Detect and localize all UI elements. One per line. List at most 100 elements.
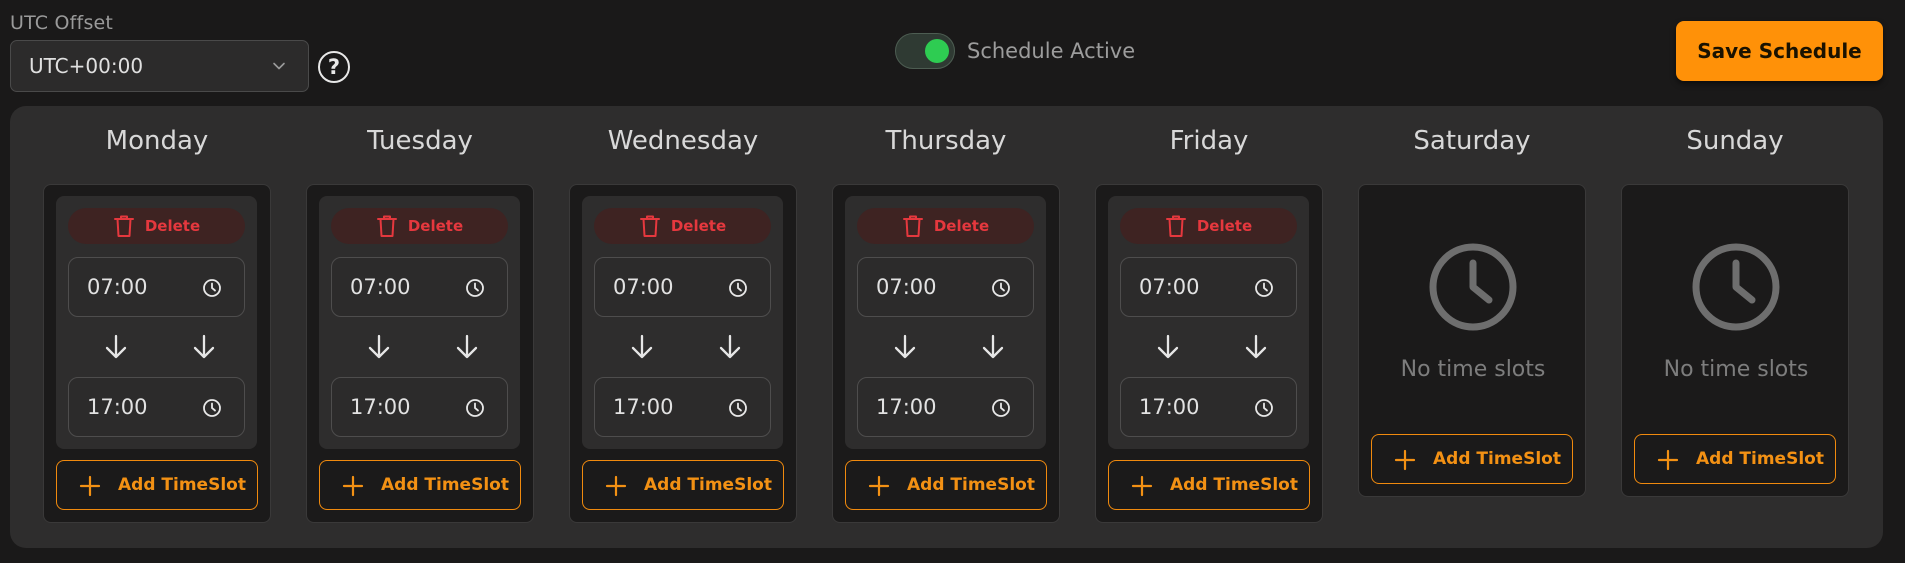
no-time-slots-text: No time slots	[1400, 357, 1546, 382]
clock-icon	[466, 279, 484, 297]
time-range-arrows	[1108, 327, 1309, 367]
arrow-down-icon	[1245, 334, 1267, 359]
arrow-down-icon	[456, 334, 478, 359]
delete-slot-button[interactable]: Delete	[594, 208, 771, 244]
clock-icon	[203, 399, 221, 417]
time-range-arrows	[845, 327, 1046, 367]
add-time-slot-button[interactable]: Add Time Slot	[1371, 434, 1573, 484]
time-slot: Delete 07:00 17:00	[1108, 196, 1309, 449]
delete-label: Delete	[144, 217, 201, 235]
start-time-input[interactable]: 07:00	[594, 257, 771, 317]
time-slot: Delete 07:00 17:00	[319, 196, 520, 449]
add-time-slot-label: Add Time Slot	[117, 461, 247, 509]
end-time-input[interactable]: 17:00	[331, 377, 508, 437]
day-title: Sunday	[1686, 126, 1784, 156]
end-time-value: 17:00	[1139, 395, 1200, 419]
clock-icon	[729, 399, 747, 417]
add-time-slot-label: Add Time Slot	[906, 461, 1036, 509]
add-time-slot-button[interactable]: Add Time Slot	[1108, 460, 1310, 510]
end-time-input[interactable]: 17:00	[594, 377, 771, 437]
delete-slot-button[interactable]: Delete	[331, 208, 508, 244]
day-card: Delete 07:00 17:00 Add Time Slot	[306, 184, 534, 523]
plus-icon	[1394, 449, 1416, 471]
trash-icon	[902, 215, 923, 237]
schedule-active-toggle-group: Schedule Active	[895, 33, 1135, 69]
save-schedule-button[interactable]: Save Schedule	[1676, 21, 1883, 81]
delete-slot-button[interactable]: Delete	[68, 208, 245, 244]
delete-label: Delete	[933, 217, 990, 235]
add-time-slot-label-line1: Add Time	[118, 475, 209, 495]
add-time-slot-label-line2: Slot	[471, 475, 509, 495]
end-time-value: 17:00	[876, 395, 937, 419]
add-time-slot-button[interactable]: Add Time Slot	[1634, 434, 1836, 484]
utc-offset-select[interactable]: UTC+00:00	[10, 40, 309, 92]
add-time-slot-label-line2: Slot	[1260, 475, 1298, 495]
delete-slot-button[interactable]: Delete	[1120, 208, 1297, 244]
arrow-down-icon	[105, 334, 127, 359]
add-time-slot-button[interactable]: Add Time Slot	[319, 460, 521, 510]
add-time-slot-label: Add Time Slot	[643, 461, 773, 509]
day-card: Delete 07:00 17:00 Add Time Slot	[569, 184, 797, 523]
clock-icon	[992, 399, 1010, 417]
arrow-down-icon	[982, 334, 1004, 359]
start-time-value: 07:00	[1139, 275, 1200, 299]
utc-offset-label: UTC Offset	[10, 12, 114, 34]
delete-slot-button[interactable]: Delete	[857, 208, 1034, 244]
clock-icon	[1255, 399, 1273, 417]
utc-offset-value: UTC+00:00	[29, 54, 144, 78]
top-bar: UTC Offset UTC+00:00 ? Schedule Active S…	[0, 0, 1905, 104]
day-title: Friday	[1169, 126, 1249, 156]
add-time-slot-label-line2: Slot	[1523, 449, 1561, 469]
clock-icon	[203, 279, 221, 297]
add-time-slot-label-line1: Add Time	[907, 475, 998, 495]
day-title: Tuesday	[367, 126, 473, 156]
add-time-slot-button[interactable]: Add Time Slot	[56, 460, 258, 510]
add-time-slot-label-line1: Add Time	[381, 475, 472, 495]
time-range-arrows	[56, 327, 257, 367]
plus-icon	[1657, 449, 1679, 471]
no-time-slots-text: No time slots	[1663, 357, 1809, 382]
clock-icon	[1692, 243, 1780, 331]
end-time-input[interactable]: 17:00	[857, 377, 1034, 437]
day-card: Delete 07:00 17:00 Add Time Slot	[43, 184, 271, 523]
day-title: Wednesday	[607, 126, 759, 156]
end-time-value: 17:00	[613, 395, 674, 419]
start-time-input[interactable]: 07:00	[1120, 257, 1297, 317]
time-slot: Delete 07:00 17:00	[582, 196, 783, 449]
day-card: Delete 07:00 17:00 Add Time Slot	[832, 184, 1060, 523]
clock-icon	[1429, 243, 1517, 331]
add-time-slot-button[interactable]: Add Time Slot	[582, 460, 784, 510]
schedule-active-label: Schedule Active	[967, 39, 1136, 63]
end-time-input[interactable]: 17:00	[68, 377, 245, 437]
trash-icon	[113, 215, 134, 237]
add-time-slot-button[interactable]: Add Time Slot	[845, 460, 1047, 510]
day-card: Delete 07:00 17:00 Add Time Slot	[1095, 184, 1323, 523]
end-time-input[interactable]: 17:00	[1120, 377, 1297, 437]
day-title: Monday	[105, 126, 209, 156]
start-time-value: 07:00	[350, 275, 411, 299]
start-time-input[interactable]: 07:00	[857, 257, 1034, 317]
clock-icon	[466, 399, 484, 417]
clock-icon	[1255, 279, 1273, 297]
start-time-input[interactable]: 07:00	[331, 257, 508, 317]
end-time-value: 17:00	[87, 395, 148, 419]
plus-icon	[605, 475, 627, 497]
add-time-slot-label: Add Time Slot	[1695, 435, 1825, 483]
delete-label: Delete	[670, 217, 727, 235]
start-time-value: 07:00	[87, 275, 148, 299]
schedule-active-toggle[interactable]	[895, 33, 955, 69]
delete-label: Delete	[407, 217, 464, 235]
add-time-slot-label: Add Time Slot	[380, 461, 510, 509]
time-slot: Delete 07:00 17:00	[56, 196, 257, 449]
time-range-arrows	[582, 327, 783, 367]
day-card: No time slots Add Time Slot	[1621, 184, 1849, 497]
add-time-slot-label-line2: Slot	[997, 475, 1035, 495]
add-time-slot-label-line2: Slot	[1786, 449, 1824, 469]
start-time-input[interactable]: 07:00	[68, 257, 245, 317]
add-time-slot-label-line1: Add Time	[1170, 475, 1261, 495]
plus-icon	[79, 475, 101, 497]
help-icon[interactable]: ?	[318, 51, 350, 83]
day-title: Saturday	[1413, 126, 1531, 156]
add-time-slot-label-line2: Slot	[208, 475, 246, 495]
add-time-slot-label: Add Time Slot	[1432, 435, 1562, 483]
